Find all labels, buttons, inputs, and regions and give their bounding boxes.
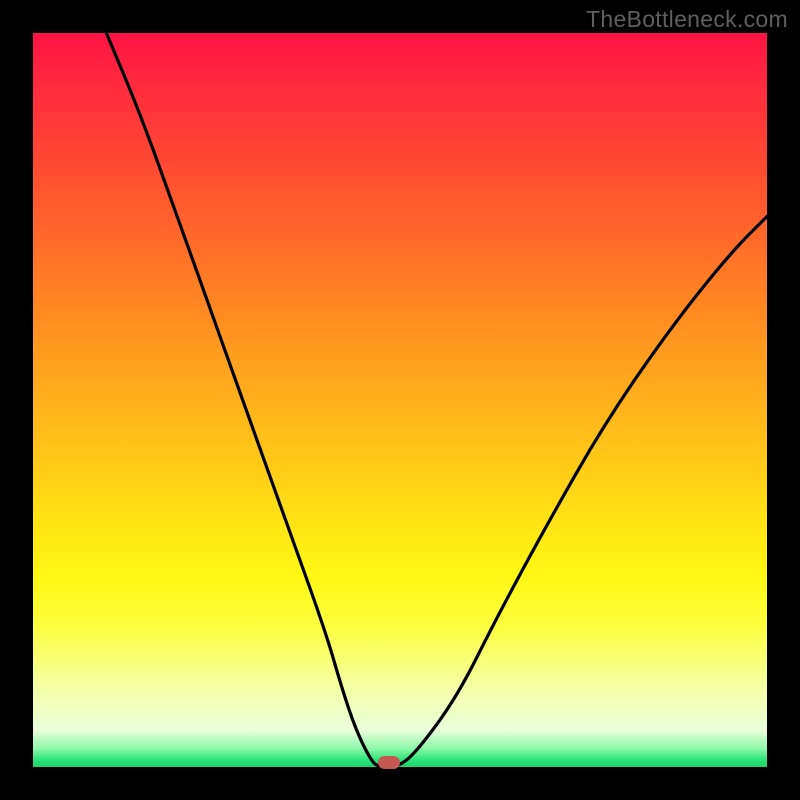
watermark-text: TheBottleneck.com xyxy=(586,6,788,33)
plot-area xyxy=(33,33,767,767)
series-curve xyxy=(106,33,767,767)
chart-frame: TheBottleneck.com xyxy=(0,0,800,800)
curve-layer xyxy=(33,33,767,767)
minimum-marker xyxy=(378,756,400,769)
